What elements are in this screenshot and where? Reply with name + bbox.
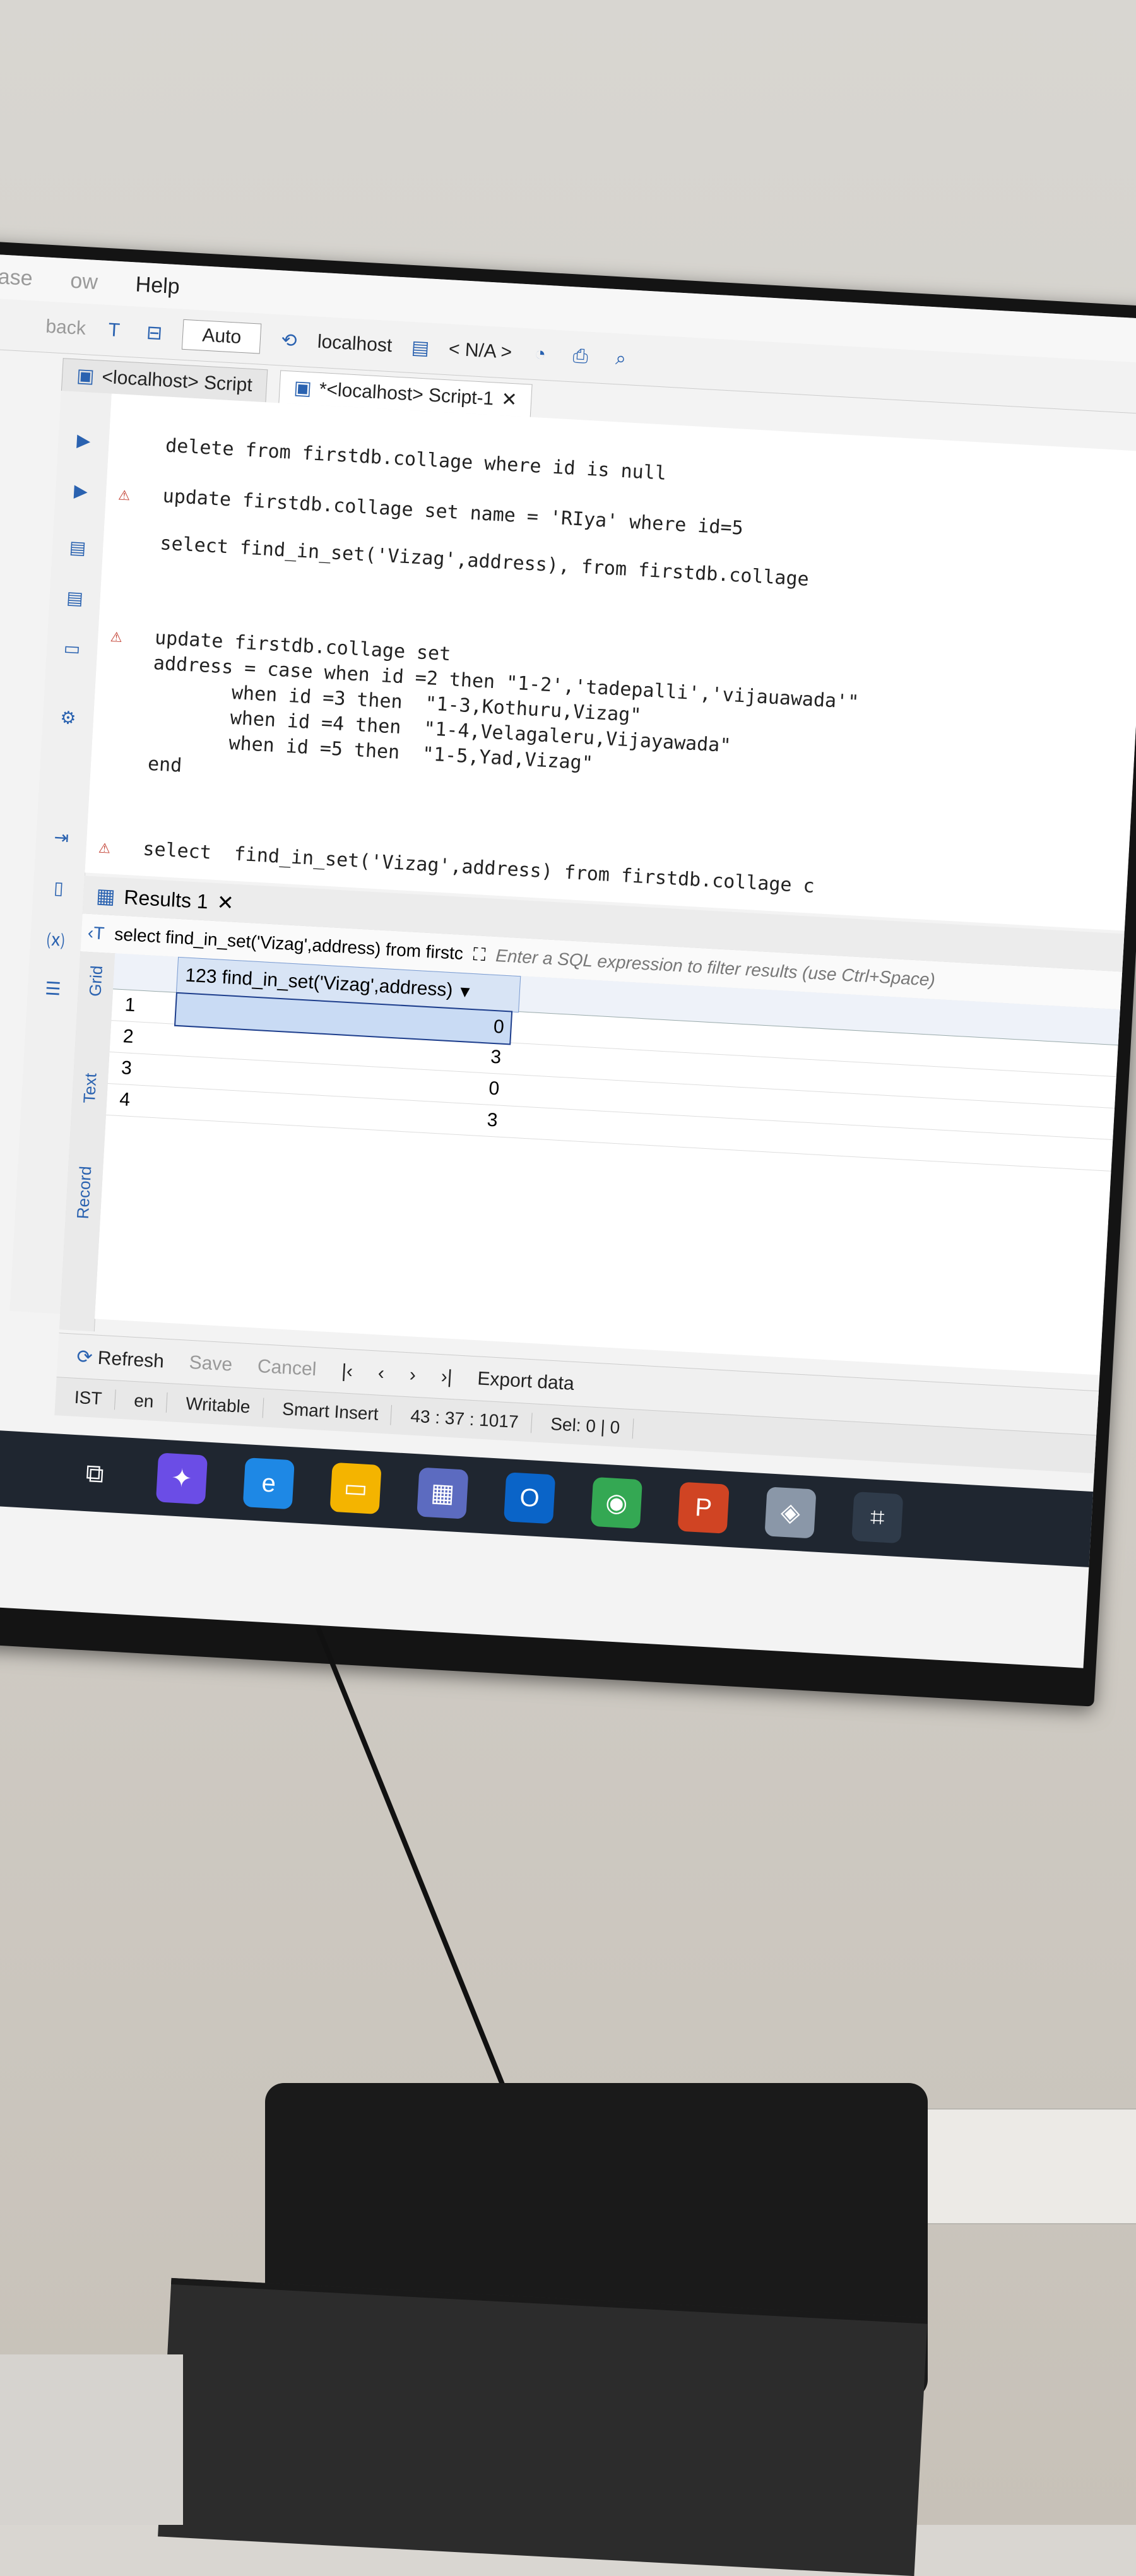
task-view-icon[interactable]: ⧉ bbox=[69, 1448, 121, 1500]
last-page-icon[interactable]: ›| bbox=[441, 1366, 453, 1388]
tab-grid[interactable]: Grid bbox=[85, 963, 107, 999]
expand-icon[interactable]: ⛶ bbox=[473, 944, 486, 965]
cancel-button[interactable]: Cancel bbox=[257, 1356, 317, 1380]
dbeaver-icon[interactable]: ◈ bbox=[764, 1487, 817, 1539]
code-line: end bbox=[147, 752, 183, 777]
refresh-label: Refresh bbox=[97, 1347, 165, 1372]
status-insert: Smart Insert bbox=[281, 1399, 393, 1425]
copilot-icon[interactable]: ✦ bbox=[155, 1452, 208, 1505]
tab-results-1[interactable]: Results 1 bbox=[123, 885, 209, 913]
refresh-icon: ⟳ bbox=[76, 1346, 98, 1368]
file-icon[interactable]: ▯ bbox=[47, 877, 71, 901]
sql-editor[interactable]: delete from firstdb.collage where id is … bbox=[85, 393, 1136, 931]
status-mode: Writable bbox=[185, 1393, 264, 1418]
code-line: update firstdb.collage set name = 'RIya'… bbox=[162, 485, 744, 540]
tab-label: *<localhost> Script-1 bbox=[318, 378, 495, 409]
sort-icon[interactable]: ▾ bbox=[459, 980, 470, 1002]
status-language: en bbox=[133, 1391, 168, 1413]
back-button[interactable]: back bbox=[45, 316, 86, 340]
outlook-icon[interactable]: O bbox=[504, 1472, 556, 1524]
laptop bbox=[158, 2277, 928, 2576]
status-timezone: IST bbox=[74, 1387, 116, 1410]
row-number: 2 bbox=[122, 1026, 134, 1048]
terminal-icon[interactable]: ▭ bbox=[60, 638, 84, 662]
printer-icon[interactable]: ⎙ bbox=[568, 344, 593, 369]
close-icon[interactable]: ✕ bbox=[500, 388, 518, 411]
next-page-icon[interactable]: › bbox=[409, 1364, 417, 1386]
screen: ase ow Help back T ⊟ Auto ⟲ localhost ▤ … bbox=[0, 253, 1136, 1668]
save-button[interactable]: Save bbox=[189, 1352, 233, 1376]
outline-icon[interactable]: ☰ bbox=[41, 978, 65, 1002]
export-icon[interactable]: ⇥ bbox=[49, 826, 73, 850]
connection-selector[interactable]: localhost bbox=[317, 331, 393, 357]
warning-icon: ⚠ bbox=[98, 835, 111, 858]
monitor: ase ow Help back T ⊟ Auto ⟲ localhost ▤ … bbox=[0, 240, 1136, 1707]
text-icon: ‹T bbox=[87, 922, 105, 944]
history-icon[interactable]: ⟲ bbox=[276, 328, 302, 353]
schema-icon: ▤ bbox=[411, 336, 430, 359]
row-number: 4 bbox=[119, 1089, 131, 1110]
edge-icon[interactable]: e bbox=[242, 1457, 295, 1510]
tab-text[interactable]: Text bbox=[80, 1071, 101, 1107]
lock-icon[interactable]: ⊟ bbox=[142, 320, 167, 345]
gear-icon[interactable]: ⚙ bbox=[56, 707, 80, 731]
execute-script-icon[interactable]: ▶ bbox=[69, 480, 93, 504]
tab-record[interactable]: Record bbox=[73, 1166, 95, 1220]
menu-item-help[interactable]: Help bbox=[135, 272, 180, 299]
script-icon: ▣ bbox=[76, 365, 95, 388]
close-icon[interactable]: ✕ bbox=[216, 890, 235, 915]
store-icon[interactable]: ▦ bbox=[417, 1467, 469, 1519]
row-number: 3 bbox=[121, 1057, 133, 1079]
chrome-icon[interactable]: ◉ bbox=[590, 1476, 643, 1529]
wall-outlet bbox=[896, 2108, 1136, 2224]
variables-icon[interactable]: ⒳ bbox=[44, 927, 68, 952]
explain-icon[interactable]: ▤ bbox=[66, 537, 90, 561]
code-line: delete from firstdb.collage where id is … bbox=[165, 434, 667, 485]
cardboard-box bbox=[0, 2354, 183, 2525]
first-page-icon[interactable]: |‹ bbox=[341, 1360, 353, 1382]
dashboard-icon[interactable]: ◔ bbox=[528, 341, 553, 367]
status-position: 43 : 37 : 1017 bbox=[410, 1406, 533, 1433]
menu-item-database[interactable]: ase bbox=[0, 264, 33, 291]
tab-label: <localhost> Script bbox=[101, 366, 253, 396]
results-icon: ▦ bbox=[95, 884, 116, 908]
code-line: select find_in_set('Vizag',address), fro… bbox=[159, 532, 810, 591]
play-icon[interactable]: ▶ bbox=[72, 429, 96, 453]
app-icon[interactable]: ⌗ bbox=[851, 1491, 904, 1544]
results-grid: 123 find_in_set('Vizag',address) ▾ 1 0 2… bbox=[94, 953, 1120, 1375]
auto-commit-select[interactable]: Auto bbox=[182, 319, 262, 354]
format-icon[interactable]: T bbox=[102, 318, 127, 343]
menu-item-window[interactable]: ow bbox=[69, 268, 98, 294]
prev-page-icon[interactable]: ‹ bbox=[377, 1363, 385, 1385]
script-icon: ▣ bbox=[293, 377, 312, 400]
file-explorer-icon[interactable]: ▭ bbox=[329, 1462, 382, 1515]
refresh-button[interactable]: ⟳ Refresh bbox=[76, 1345, 165, 1372]
load-icon[interactable]: ▤ bbox=[63, 587, 87, 611]
powerpoint-icon[interactable]: P bbox=[677, 1481, 730, 1534]
search-icon[interactable]: ⌕ bbox=[608, 347, 634, 372]
schema-selector[interactable]: < N/A > bbox=[448, 338, 512, 364]
status-selection: Sel: 0 | 0 bbox=[550, 1413, 634, 1439]
warning-icon: ⚠ bbox=[110, 624, 123, 648]
warning-icon: ⚠ bbox=[117, 482, 131, 506]
row-number: 1 bbox=[124, 994, 136, 1016]
export-data-button[interactable]: Export data bbox=[477, 1368, 575, 1395]
